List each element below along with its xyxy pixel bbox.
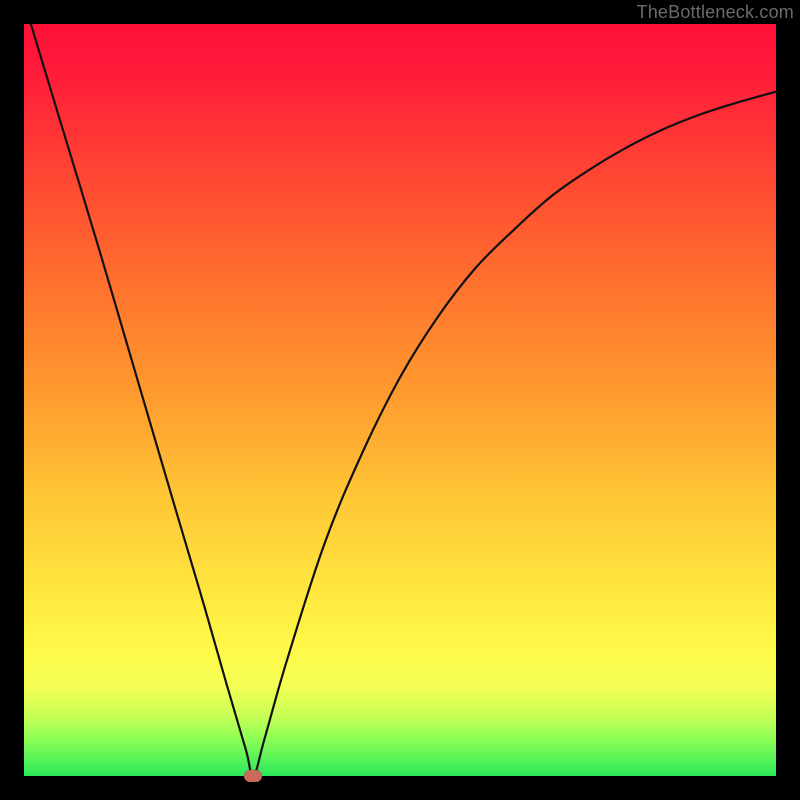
plot-area: [24, 24, 776, 776]
watermark-text: TheBottleneck.com: [637, 2, 794, 23]
minimum-marker: [244, 770, 262, 782]
bottleneck-curve: [24, 24, 776, 776]
